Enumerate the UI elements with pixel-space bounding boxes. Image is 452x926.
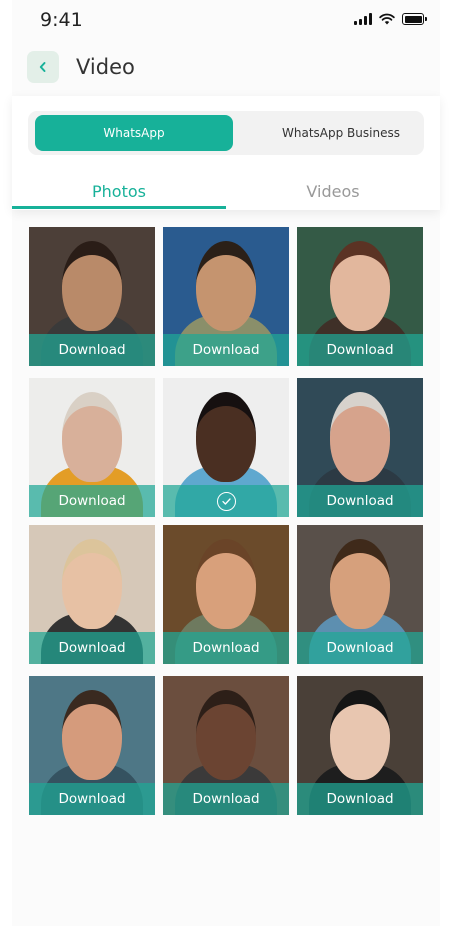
download-label: Download	[326, 640, 394, 656]
download-button[interactable]: Download	[297, 334, 423, 366]
download-button[interactable]: Download	[163, 334, 289, 366]
switch-option-whatsapp-business[interactable]: WhatsApp Business	[242, 115, 440, 151]
battery-icon	[402, 13, 427, 25]
photo-subject-face	[62, 241, 122, 331]
download-button[interactable]: Download	[297, 632, 423, 664]
download-label: Download	[192, 791, 260, 807]
switch-option-whatsapp[interactable]: WhatsApp	[35, 115, 233, 151]
status-bar: 9:41	[0, 0, 452, 40]
download-label: Download	[326, 493, 394, 509]
check-circle-icon	[216, 491, 236, 511]
download-label: Download	[58, 791, 126, 807]
back-button[interactable]	[27, 51, 59, 83]
tab-videos[interactable]: Videos	[226, 182, 440, 201]
photo-subject-face	[62, 539, 122, 629]
download-button[interactable]: Download	[297, 485, 423, 517]
photo-thumbnail[interactable]: Download	[163, 227, 289, 366]
photo-subject-face	[330, 241, 390, 331]
download-button[interactable]: Download	[163, 783, 289, 815]
photo-thumbnail[interactable]: Download	[163, 525, 289, 664]
download-label: Download	[326, 342, 394, 358]
photo-subject-face	[196, 539, 256, 629]
download-label: Download	[58, 493, 126, 509]
photo-thumbnail[interactable]: Download	[29, 676, 155, 815]
photo-subject-face	[196, 241, 256, 331]
photo-thumbnail[interactable]: Download	[297, 676, 423, 815]
photo-thumbnail[interactable]: Download	[29, 378, 155, 517]
chevron-left-icon	[39, 62, 46, 72]
status-icons	[354, 13, 427, 25]
page-title: Video	[76, 55, 135, 79]
download-button[interactable]: Download	[297, 783, 423, 815]
download-button[interactable]: Download	[29, 632, 155, 664]
download-button[interactable]: Download	[163, 632, 289, 664]
photo-subject-face	[196, 392, 256, 482]
source-switch: WhatsApp WhatsApp Business	[28, 111, 424, 155]
photo-subject-face	[330, 392, 390, 482]
download-label: Download	[192, 640, 260, 656]
download-button[interactable]: Download	[29, 485, 155, 517]
photo-subject-face	[62, 690, 122, 780]
download-label: Download	[192, 342, 260, 358]
download-label: Download	[326, 791, 394, 807]
photo-thumbnail[interactable]: Download	[29, 525, 155, 664]
photo-subject-face	[330, 539, 390, 629]
photo-subject-face	[196, 690, 256, 780]
download-label: Download	[58, 342, 126, 358]
source-and-tabs-card: WhatsApp WhatsApp Business Photos Videos	[12, 96, 440, 210]
downloaded-indicator	[163, 485, 289, 517]
photo-thumbnail[interactable]: Download	[297, 378, 423, 517]
wifi-icon	[379, 13, 395, 25]
download-label: Download	[58, 640, 126, 656]
photo-thumbnail[interactable]	[163, 378, 289, 517]
download-button[interactable]: Download	[29, 783, 155, 815]
photo-subject-face	[62, 392, 122, 482]
active-tab-indicator	[12, 206, 226, 209]
status-time: 9:41	[40, 9, 83, 31]
photo-subject-face	[330, 690, 390, 780]
photo-thumbnail[interactable]: Download	[163, 676, 289, 815]
tab-photos[interactable]: Photos	[12, 182, 226, 201]
cellular-signal-icon	[354, 13, 372, 25]
download-button[interactable]: Download	[29, 334, 155, 366]
photo-thumbnail[interactable]: Download	[297, 525, 423, 664]
photo-thumbnail[interactable]: Download	[29, 227, 155, 366]
photo-thumbnail[interactable]: Download	[297, 227, 423, 366]
